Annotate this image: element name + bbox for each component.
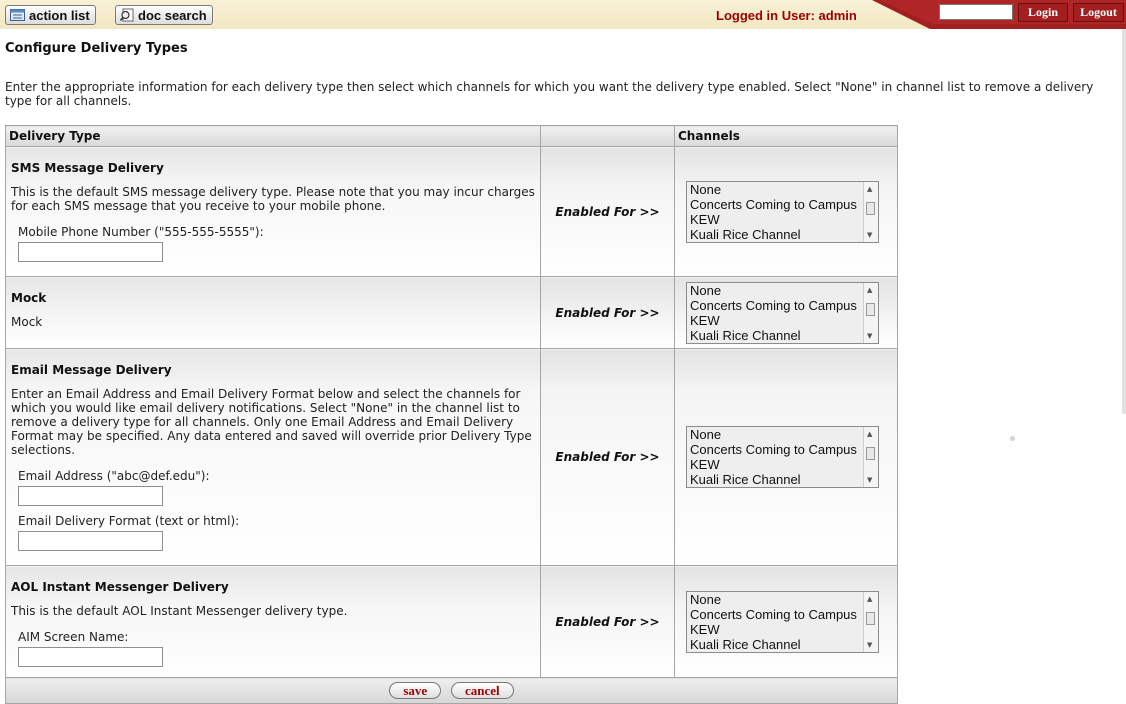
scroll-down-arrow-icon[interactable]: ▼ [867, 476, 872, 484]
field-label: Email Address ("abc@def.edu"): [18, 469, 210, 483]
channel-option[interactable]: Concerts Coming to Campus [687, 197, 878, 212]
table-row: Mock Mock Enabled For >> None Concerts C… [5, 276, 898, 349]
magnifier-document-icon [120, 8, 134, 22]
scroll-up-arrow-icon[interactable]: ▲ [867, 286, 872, 294]
channel-option[interactable]: None [687, 592, 878, 607]
channel-option[interactable]: Concerts Coming to Campus [687, 442, 878, 457]
delivery-type-name: AOL Instant Messenger Delivery [11, 580, 229, 594]
channels-listbox[interactable]: None Concerts Coming to Campus KEW Kuali… [686, 426, 879, 488]
scroll-down-arrow-icon[interactable]: ▼ [867, 332, 872, 340]
channel-option[interactable]: KEW [687, 622, 878, 637]
delivery-type-description: This is the default SMS message delivery… [11, 185, 535, 213]
mobile-phone-input[interactable] [18, 242, 163, 262]
list-icon [10, 9, 25, 21]
channel-option[interactable]: Kuali Rice Channel [687, 472, 878, 487]
doc-search-label: doc search [138, 7, 207, 23]
channel-option[interactable]: Kuali Rice Channel [687, 227, 878, 242]
page-title: Configure Delivery Types [5, 41, 188, 56]
channel-option[interactable]: KEW [687, 212, 878, 227]
channels-cell: None Concerts Coming to Campus KEW Kuali… [674, 565, 898, 678]
column-header-delivery-type: Delivery Type [5, 125, 541, 147]
scroll-down-arrow-icon[interactable]: ▼ [867, 641, 872, 649]
listbox-scrollbar[interactable]: ▲ ▼ [863, 427, 878, 487]
decorative-dot [1010, 436, 1015, 441]
logged-in-user: Logged in User: admin [716, 8, 857, 23]
channels-listbox[interactable]: None Concerts Coming to Campus KEW Kuali… [686, 180, 879, 243]
delivery-type-cell: SMS Message Delivery This is the default… [5, 146, 541, 277]
table-row: SMS Message Delivery This is the default… [5, 146, 898, 277]
table-row: AOL Instant Messenger Delivery This is t… [5, 565, 898, 678]
action-list-button[interactable]: action list [5, 5, 96, 25]
delivery-type-cell: AOL Instant Messenger Delivery This is t… [5, 565, 541, 678]
page-scrollbar[interactable] [1122, 29, 1126, 414]
scroll-thumb[interactable] [866, 201, 875, 215]
listbox-scrollbar[interactable]: ▲ ▼ [863, 282, 878, 343]
channel-option[interactable]: KEW [687, 313, 878, 328]
scroll-down-arrow-icon[interactable]: ▼ [867, 231, 872, 239]
page-instructions: Enter the appropriate information for ea… [5, 80, 1094, 108]
channel-option[interactable]: None [687, 182, 878, 197]
channels-listbox[interactable]: None Concerts Coming to Campus KEW Kuali… [686, 590, 879, 653]
channels-listbox[interactable]: None Concerts Coming to Campus KEW Kuali… [686, 281, 879, 344]
enabled-for-cell: Enabled For >> [540, 348, 675, 566]
listbox-scrollbar[interactable]: ▲ ▼ [863, 181, 878, 242]
aim-screen-name-input[interactable] [18, 647, 163, 667]
enabled-for-label: Enabled For >> [555, 305, 660, 320]
email-format-input[interactable] [18, 531, 163, 551]
channel-option[interactable]: Kuali Rice Channel [687, 328, 878, 343]
channels-cell: None Concerts Coming to Campus KEW Kuali… [674, 146, 898, 277]
save-button[interactable]: save [389, 682, 442, 699]
enabled-for-label: Enabled For >> [555, 450, 660, 464]
table-row: Email Message Delivery Enter an Email Ad… [5, 348, 898, 566]
email-address-input[interactable] [18, 486, 163, 506]
scroll-up-arrow-icon[interactable]: ▲ [867, 185, 872, 193]
form-actions: save cancel [5, 677, 898, 704]
enabled-for-label: Enabled For >> [555, 204, 660, 219]
login-button[interactable]: Login [1018, 3, 1068, 22]
delivery-type-description: Enter an Email Address and Email Deliver… [11, 387, 532, 457]
enabled-for-cell: Enabled For >> [540, 146, 675, 277]
enabled-for-label: Enabled For >> [555, 614, 660, 629]
delivery-type-description: This is the default AOL Instant Messenge… [11, 604, 348, 618]
enabled-for-cell: Enabled For >> [540, 565, 675, 678]
column-header-blank [540, 125, 675, 147]
button-row: save cancel [5, 677, 898, 704]
channels-cell: None Concerts Coming to Campus KEW Kuali… [674, 276, 898, 349]
field-label: AIM Screen Name: [18, 630, 129, 644]
delivery-type-cell: Mock Mock [5, 276, 541, 349]
channel-option[interactable]: Kuali Rice Channel [687, 637, 878, 652]
column-header-channels: Channels [674, 125, 898, 147]
enabled-for-cell: Enabled For >> [540, 276, 675, 349]
channel-option[interactable]: None [687, 283, 878, 298]
channel-option[interactable]: None [687, 427, 878, 442]
login-username-input[interactable] [939, 4, 1013, 20]
scroll-up-arrow-icon[interactable]: ▲ [867, 430, 872, 438]
scroll-thumb[interactable] [866, 302, 875, 316]
channel-option[interactable]: Concerts Coming to Campus [687, 298, 878, 313]
logout-button[interactable]: Logout [1073, 3, 1124, 22]
channel-option[interactable]: Concerts Coming to Campus [687, 607, 878, 622]
field-label: Mobile Phone Number ("555-555-5555"): [18, 225, 264, 239]
action-list-label: action list [29, 7, 90, 23]
delivery-type-description: Mock [11, 315, 43, 329]
delivery-type-name: SMS Message Delivery [11, 161, 164, 175]
doc-search-button[interactable]: doc search [115, 5, 213, 25]
channels-cell: None Concerts Coming to Campus KEW Kuali… [674, 348, 898, 566]
scroll-up-arrow-icon[interactable]: ▲ [867, 595, 872, 603]
listbox-scrollbar[interactable]: ▲ ▼ [863, 591, 878, 652]
channel-option[interactable]: KEW [687, 457, 878, 472]
scroll-thumb[interactable] [866, 611, 875, 625]
delivery-types-table: Delivery Type Channels SMS Message Deliv… [5, 125, 898, 704]
delivery-type-cell: Email Message Delivery Enter an Email Ad… [5, 348, 541, 566]
field-label: Email Delivery Format (text or html): [18, 514, 240, 528]
delivery-type-name: Email Message Delivery [11, 363, 172, 377]
delivery-type-name: Mock [11, 291, 47, 305]
cancel-button[interactable]: cancel [451, 682, 514, 699]
scroll-thumb[interactable] [866, 447, 875, 460]
